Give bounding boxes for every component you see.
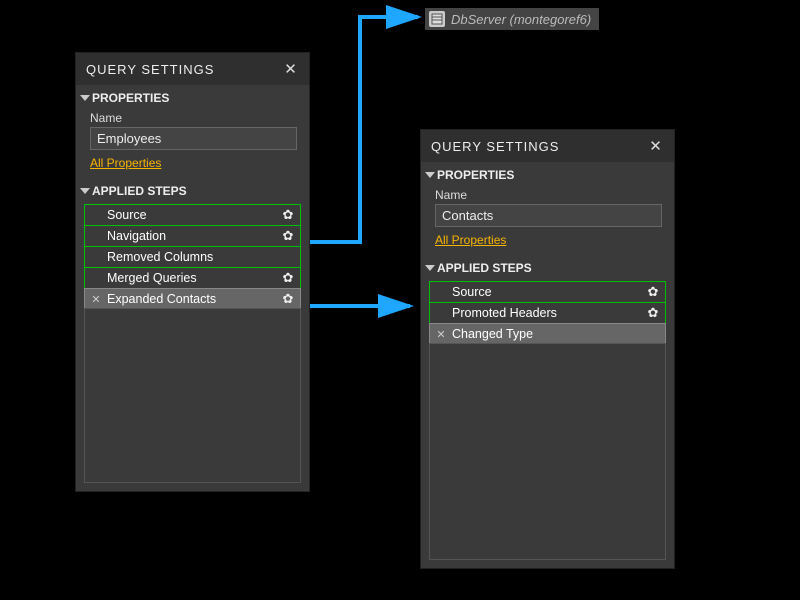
panel-title: QUERY SETTINGS ✕ [421,130,674,162]
gear-icon[interactable]: ✿ [280,270,296,286]
chevron-down-icon [425,265,435,271]
panel-title-text: QUERY SETTINGS [86,62,214,77]
step-row[interactable]: Promoted Headers ✿ [429,302,666,324]
step-row[interactable]: Source ✿ [84,204,301,226]
all-properties-link[interactable]: All Properties [90,156,161,170]
gear-icon[interactable]: ✿ [280,207,296,223]
step-label: Promoted Headers [448,306,645,320]
step-row[interactable]: ✕ Expanded Contacts ✿ [84,288,301,310]
gear-icon[interactable]: ✿ [280,291,296,307]
applied-steps-list: Source ✿ Navigation ✿ Removed Columns Me… [76,202,309,491]
all-properties-link[interactable]: All Properties [435,233,506,247]
name-field[interactable] [435,204,662,227]
close-icon[interactable]: ✕ [648,138,664,154]
delete-step-icon[interactable]: ✕ [89,293,103,306]
query-settings-panel-right: QUERY SETTINGS ✕ PROPERTIES Name All Pro… [420,129,675,569]
step-row[interactable]: ✕ Changed Type [429,323,666,345]
breadcrumb-label: DbServer (montegoref6) [451,12,591,27]
gear-icon[interactable]: ✿ [280,228,296,244]
database-icon [429,11,445,27]
step-label: Navigation [103,229,280,243]
chevron-down-icon [80,188,90,194]
step-label: Source [103,208,280,222]
steps-empty-area [84,308,301,483]
gear-icon[interactable]: ✿ [645,284,661,300]
properties-header[interactable]: PROPERTIES [421,162,674,186]
step-label: Removed Columns [103,250,296,264]
panel-title: QUERY SETTINGS ✕ [76,53,309,85]
step-row[interactable]: Navigation ✿ [84,225,301,247]
query-settings-panel-left: QUERY SETTINGS ✕ PROPERTIES Name All Pro… [75,52,310,492]
breadcrumb[interactable]: DbServer (montegoref6) [425,8,599,30]
chevron-down-icon [80,95,90,101]
name-label: Name [435,188,662,202]
step-row[interactable]: Removed Columns [84,246,301,268]
step-label: Source [448,285,645,299]
step-label: Expanded Contacts [103,292,280,306]
panel-title-text: QUERY SETTINGS [431,139,559,154]
steps-empty-area [429,343,666,560]
step-row[interactable]: Source ✿ [429,281,666,303]
applied-steps-list: Source ✿ Promoted Headers ✿ ✕ Changed Ty… [421,279,674,568]
name-field[interactable] [90,127,297,150]
applied-steps-header[interactable]: APPLIED STEPS [421,255,674,279]
gear-icon[interactable]: ✿ [645,305,661,321]
delete-step-icon[interactable]: ✕ [434,328,448,341]
step-row[interactable]: Merged Queries ✿ [84,267,301,289]
name-label: Name [90,111,297,125]
close-icon[interactable]: ✕ [283,61,299,77]
applied-steps-header[interactable]: APPLIED STEPS [76,178,309,202]
step-label: Changed Type [448,327,661,341]
step-label: Merged Queries [103,271,280,285]
properties-header[interactable]: PROPERTIES [76,85,309,109]
chevron-down-icon [425,172,435,178]
